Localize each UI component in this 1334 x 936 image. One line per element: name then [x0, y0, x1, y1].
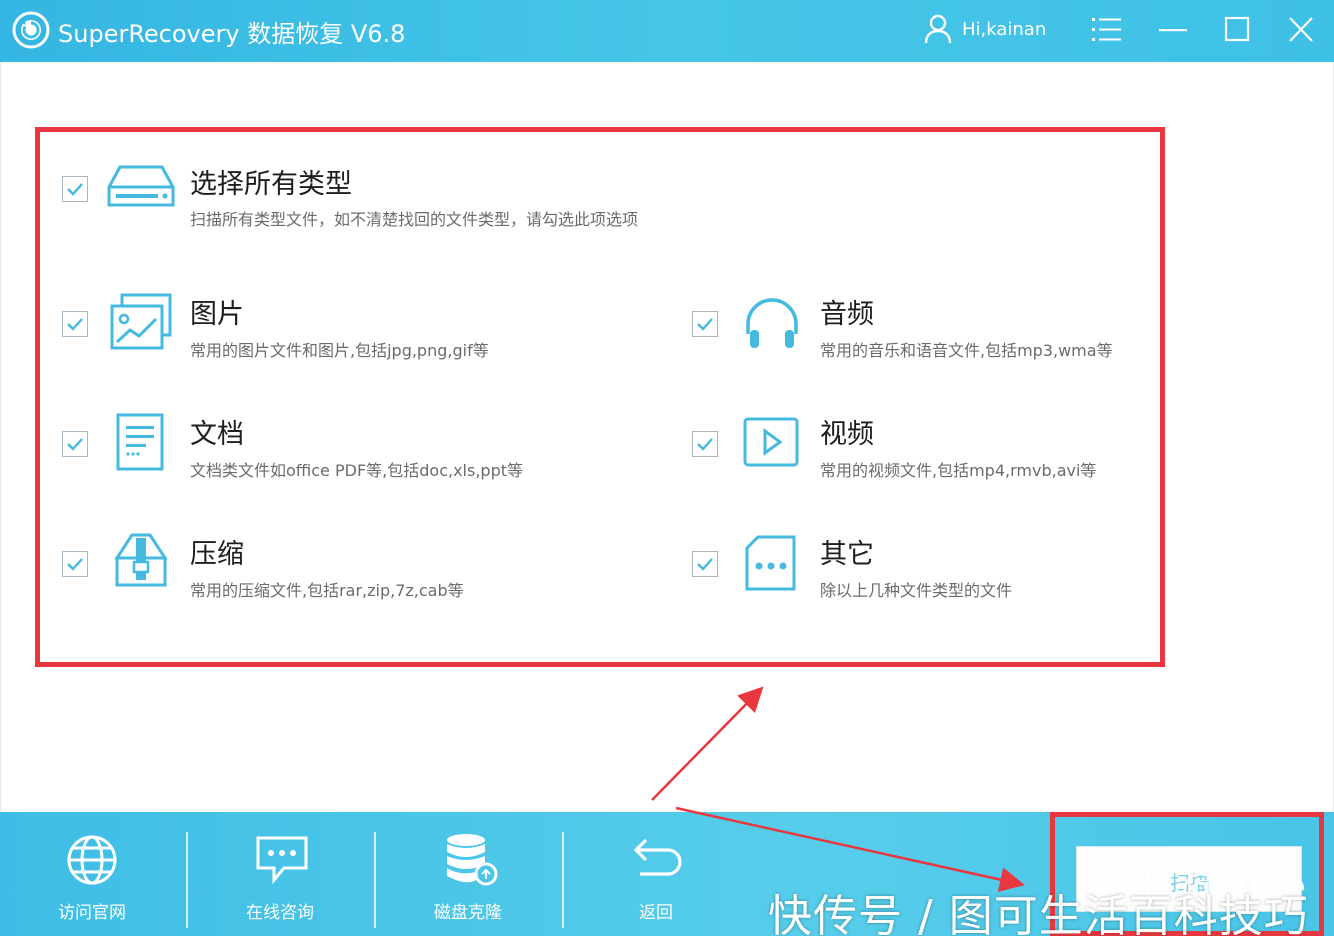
option-description: 常用的视频文件,包括mp4,rmvb,avi等	[820, 461, 1097, 480]
app-logo-icon	[12, 11, 50, 49]
maximize-icon[interactable]	[1220, 14, 1254, 46]
option-description: 文档类文件如office PDF等,包括doc,xls,ppt等	[190, 461, 523, 480]
option-title: 压缩	[190, 539, 244, 570]
checkbox-video[interactable]	[692, 431, 718, 457]
check-icon	[67, 558, 83, 571]
globe-icon	[67, 835, 117, 885]
option-description: 常用的压缩文件,包括rar,zip,7z,cab等	[190, 581, 464, 600]
document-icon	[116, 413, 164, 471]
option-description: 常用的音乐和语音文件,包括mp3,wma等	[820, 341, 1113, 360]
app-title: SuperRecovery 数据恢复 V6.8	[58, 20, 406, 48]
checkbox-other[interactable]	[692, 551, 718, 577]
menu-icon[interactable]	[1090, 14, 1124, 46]
checkbox-document[interactable]	[62, 431, 88, 457]
back-arrow-icon	[633, 838, 682, 876]
checkbox-image[interactable]	[62, 311, 88, 337]
user-name[interactable]: Hi,kainan	[962, 19, 1046, 40]
website-button[interactable]: 访问官网	[0, 812, 188, 936]
chat-button[interactable]: 在线咨询	[188, 812, 376, 936]
website-label: 访问官网	[58, 903, 126, 923]
database-icon	[447, 834, 498, 886]
checkbox-archive[interactable]	[62, 551, 88, 577]
option-title: 文档	[190, 419, 244, 450]
more-file-icon	[745, 535, 796, 591]
user-icon[interactable]	[924, 14, 952, 44]
disk-clone-label: 磁盘克隆	[434, 903, 502, 923]
check-icon	[697, 318, 713, 331]
close-icon[interactable]	[1284, 14, 1318, 46]
check-icon	[697, 438, 713, 451]
disk-clone-button[interactable]: 磁盘克隆	[376, 812, 564, 936]
drive-icon	[107, 165, 175, 207]
option-title: 选择所有类型	[190, 169, 352, 200]
watermark-source: 快传号 / 图可生活百科技巧	[768, 891, 1309, 936]
option-description: 除以上几种文件类型的文件	[820, 581, 1013, 600]
archive-icon	[114, 533, 168, 587]
option-description: 常用的图片文件和图片,包括jpg,png,gif等	[190, 341, 489, 360]
back-label: 返回	[639, 903, 673, 923]
back-button[interactable]: 返回	[564, 812, 752, 936]
check-icon	[67, 438, 83, 451]
checkbox-all-types[interactable]	[62, 176, 88, 202]
option-title: 其它	[820, 539, 874, 570]
option-description: 扫描所有类型文件，如不清楚找回的文件类型，请勾选此项选项	[190, 210, 639, 229]
title-bar: SuperRecovery 数据恢复 V6.8 Hi,kainan	[0, 0, 1334, 62]
option-title: 音频	[820, 299, 874, 330]
option-title: 视频	[820, 419, 874, 450]
picture-icon	[110, 293, 172, 350]
play-icon	[743, 417, 799, 467]
chat-label: 在线咨询	[246, 903, 314, 923]
chat-icon	[256, 836, 308, 885]
check-icon	[67, 318, 83, 331]
headphones-icon	[746, 298, 798, 348]
minimize-icon[interactable]	[1156, 14, 1190, 46]
check-icon	[67, 183, 83, 196]
checkbox-audio[interactable]	[692, 311, 718, 337]
check-icon	[697, 558, 713, 571]
option-title: 图片	[190, 299, 244, 330]
